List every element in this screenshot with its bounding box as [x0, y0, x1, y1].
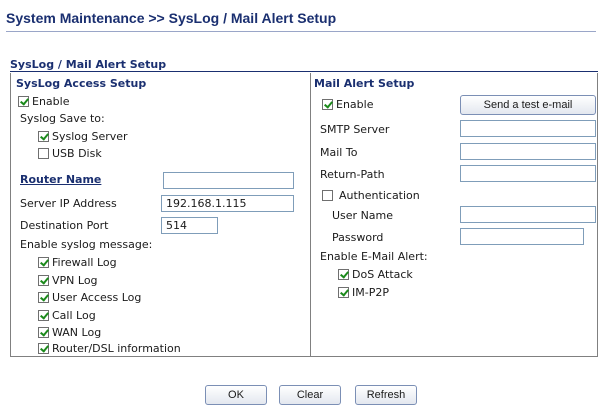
dest-port-label: Destination Port — [20, 219, 109, 232]
clear-button[interactable]: Clear — [279, 385, 341, 405]
authentication-checkbox[interactable] — [322, 189, 333, 201]
password-input[interactable] — [460, 228, 584, 245]
mail-enable-checkbox[interactable] — [322, 98, 333, 110]
usb-disk-checkbox[interactable] — [38, 147, 49, 159]
refresh-button[interactable]: Refresh — [355, 385, 417, 405]
message-checkbox[interactable] — [38, 274, 49, 286]
return-path-label: Return-Path — [320, 168, 385, 181]
message-row[interactable]: User Access Log — [38, 291, 141, 304]
mail-enable-row[interactable]: Enable — [322, 98, 373, 111]
ok-button[interactable]: OK — [205, 385, 267, 405]
alert-label: IM-P2P — [352, 286, 389, 299]
mail-heading: Mail Alert Setup — [314, 77, 415, 90]
message-row[interactable]: VPN Log — [38, 274, 98, 287]
authentication-label: Authentication — [339, 189, 420, 202]
title-divider — [6, 31, 596, 32]
user-name-label: User Name — [332, 209, 394, 222]
message-label: Call Log — [52, 309, 96, 322]
mail-to-label: Mail To — [320, 146, 358, 159]
syslog-messages-label: Enable syslog message: — [20, 238, 153, 251]
syslog-enable-label: Enable — [32, 95, 70, 108]
message-label: Firewall Log — [52, 256, 117, 269]
syslog-enable-row[interactable]: Enable — [18, 95, 69, 108]
syslog-server-checkbox[interactable] — [38, 130, 49, 142]
syslog-server-row[interactable]: Syslog Server — [38, 130, 128, 143]
mail-to-input[interactable] — [460, 143, 596, 160]
alert-label: DoS Attack — [352, 268, 413, 281]
usb-disk-row[interactable]: USB Disk — [38, 147, 102, 160]
email-alert-label: Enable E-Mail Alert: — [320, 250, 428, 263]
message-row[interactable]: Call Log — [38, 309, 96, 322]
smtp-server-input[interactable] — [460, 120, 596, 137]
smtp-server-label: SMTP Server — [320, 123, 390, 136]
server-ip-label: Server IP Address — [20, 197, 117, 210]
dest-port-input[interactable] — [161, 217, 218, 234]
alert-row[interactable]: IM-P2P — [338, 286, 389, 299]
usb-disk-label: USB Disk — [52, 147, 102, 160]
message-checkbox[interactable] — [38, 309, 49, 321]
message-row[interactable]: Router/DSL information — [38, 342, 181, 355]
alert-checkbox[interactable] — [338, 286, 349, 298]
section-title: SysLog / Mail Alert Setup — [10, 58, 167, 71]
alert-checkbox[interactable] — [338, 268, 349, 280]
syslog-save-to-label: Syslog Save to: — [20, 112, 105, 125]
message-label: VPN Log — [52, 274, 98, 287]
syslog-heading: SysLog Access Setup — [16, 77, 147, 90]
authentication-row[interactable]: Authentication — [322, 189, 420, 202]
message-checkbox[interactable] — [38, 256, 49, 268]
message-label: User Access Log — [52, 291, 142, 304]
router-name-link[interactable]: Router Name — [20, 173, 101, 186]
message-checkbox[interactable] — [38, 342, 49, 354]
return-path-input[interactable] — [460, 165, 596, 182]
message-label: Router/DSL information — [52, 342, 181, 355]
message-checkbox[interactable] — [38, 291, 49, 303]
section-title-underline — [10, 71, 598, 72]
message-row[interactable]: Firewall Log — [38, 256, 117, 269]
user-name-input[interactable] — [460, 206, 596, 223]
message-label: WAN Log — [52, 326, 102, 339]
syslog-server-label: Syslog Server — [52, 130, 128, 143]
message-checkbox[interactable] — [38, 326, 49, 338]
send-test-email-button[interactable]: Send a test e-mail — [460, 95, 596, 115]
page-title: System Maintenance >> SysLog / Mail Aler… — [6, 10, 337, 26]
alert-row[interactable]: DoS Attack — [338, 268, 413, 281]
mail-enable-label: Enable — [336, 98, 374, 111]
server-ip-input[interactable] — [161, 195, 294, 212]
syslog-enable-checkbox[interactable] — [18, 95, 29, 107]
message-row[interactable]: WAN Log — [38, 326, 101, 339]
router-name-input[interactable] — [163, 172, 294, 189]
password-label: Password — [332, 231, 384, 244]
column-divider — [310, 73, 311, 357]
